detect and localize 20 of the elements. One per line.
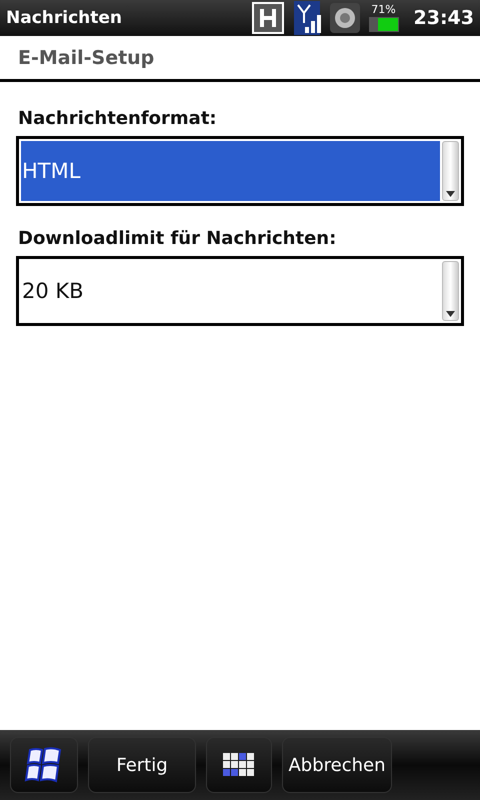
windows-logo-icon xyxy=(24,746,64,784)
dropdown-field[interactable]: HTML xyxy=(16,136,464,206)
keyboard-icon xyxy=(223,753,255,777)
softkey-button[interactable]: Fertig xyxy=(88,737,196,793)
hsdpa-icon xyxy=(252,2,284,34)
keyboard-button[interactable] xyxy=(206,737,272,793)
softkey-button[interactable]: Abbrechen xyxy=(282,737,392,793)
field-label: Downloadlimit für Nachrichten: xyxy=(18,228,338,249)
dropdown-arrow-icon xyxy=(446,311,455,317)
dropdown-arrow-icon xyxy=(446,191,455,197)
clock-time: 23:43 xyxy=(414,7,474,29)
battery-icon xyxy=(368,14,400,32)
speaker-icon xyxy=(330,3,360,33)
screen-title: E-Mail-Setup xyxy=(18,46,154,68)
battery-percent: 71% xyxy=(371,4,396,14)
field-label: Nachrichtenformat: xyxy=(18,108,218,129)
dropdown-field[interactable]: 20 KB xyxy=(16,256,464,326)
start-button[interactable] xyxy=(10,737,78,793)
app-title: Nachrichten xyxy=(6,8,124,28)
dropdown-value: HTML xyxy=(21,141,440,201)
